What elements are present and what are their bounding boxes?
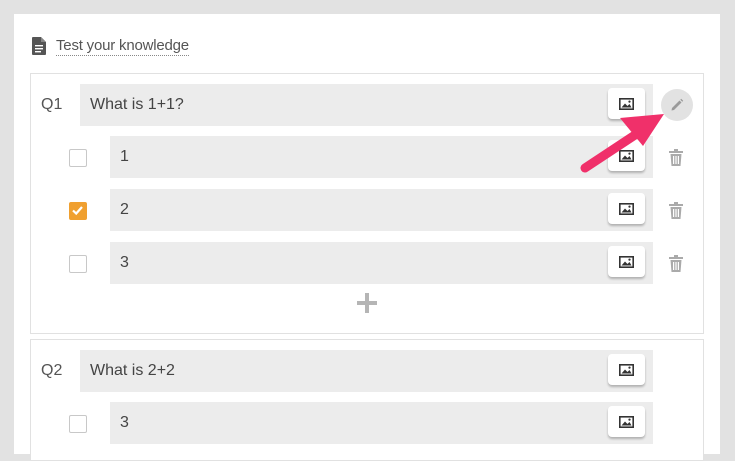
- delete-answer-button[interactable]: [668, 201, 684, 219]
- add-answer-button[interactable]: [356, 292, 378, 314]
- quiz-header: Test your knowledge: [32, 35, 189, 57]
- answer-image-button[interactable]: [608, 406, 645, 437]
- answer-text: 3: [120, 414, 129, 431]
- trash-icon: [669, 201, 683, 219]
- question-number: Q1: [41, 96, 63, 113]
- question-image-button[interactable]: [608, 354, 645, 385]
- question-text: What is 1+1?: [90, 96, 184, 113]
- trash-icon: [669, 148, 683, 166]
- question-number: Q2: [41, 362, 63, 379]
- answer-text-field[interactable]: 3: [110, 242, 653, 284]
- quiz-title[interactable]: Test your knowledge: [56, 37, 189, 56]
- image-icon: [619, 149, 634, 162]
- edit-question-button[interactable]: [661, 89, 693, 121]
- answer-text-field[interactable]: 3: [110, 402, 653, 444]
- answer-image-button[interactable]: [608, 140, 645, 171]
- answer-image-button[interactable]: [608, 193, 645, 224]
- answer-checkbox[interactable]: [69, 415, 87, 433]
- answer-image-button[interactable]: [608, 246, 645, 277]
- image-icon: [619, 255, 634, 268]
- answer-checkbox[interactable]: [69, 255, 87, 273]
- document-icon: [32, 37, 46, 55]
- image-icon: [619, 363, 634, 376]
- image-icon: [619, 415, 634, 428]
- plus-icon: [357, 293, 377, 313]
- answer-text: 2: [120, 201, 129, 218]
- trash-icon: [669, 254, 683, 272]
- image-icon: [619, 97, 634, 110]
- answer-text-field[interactable]: 2: [110, 189, 653, 231]
- answer-checkbox-checked[interactable]: [69, 202, 87, 220]
- answer-text: 1: [120, 148, 129, 165]
- answer-text: 3: [120, 254, 129, 271]
- quiz-page: Test your knowledge Q1 What is 1+1? 1 2 …: [14, 14, 735, 461]
- answer-text-field[interactable]: 1: [110, 136, 653, 178]
- question-card-q2: Q2 What is 2+2 3: [30, 339, 704, 461]
- check-icon: [72, 206, 83, 216]
- question-text-field[interactable]: What is 1+1?: [80, 84, 653, 126]
- delete-answer-button[interactable]: [668, 254, 684, 272]
- image-icon: [619, 202, 634, 215]
- pencil-icon: [671, 98, 684, 111]
- page-corner: [720, 14, 735, 26]
- question-card-q1: Q1 What is 1+1? 1 2 3: [30, 73, 704, 334]
- question-text: What is 2+2: [90, 362, 175, 379]
- question-text-field[interactable]: What is 2+2: [80, 350, 653, 392]
- question-image-button[interactable]: [608, 88, 645, 119]
- answer-checkbox[interactable]: [69, 149, 87, 167]
- delete-answer-button[interactable]: [668, 148, 684, 166]
